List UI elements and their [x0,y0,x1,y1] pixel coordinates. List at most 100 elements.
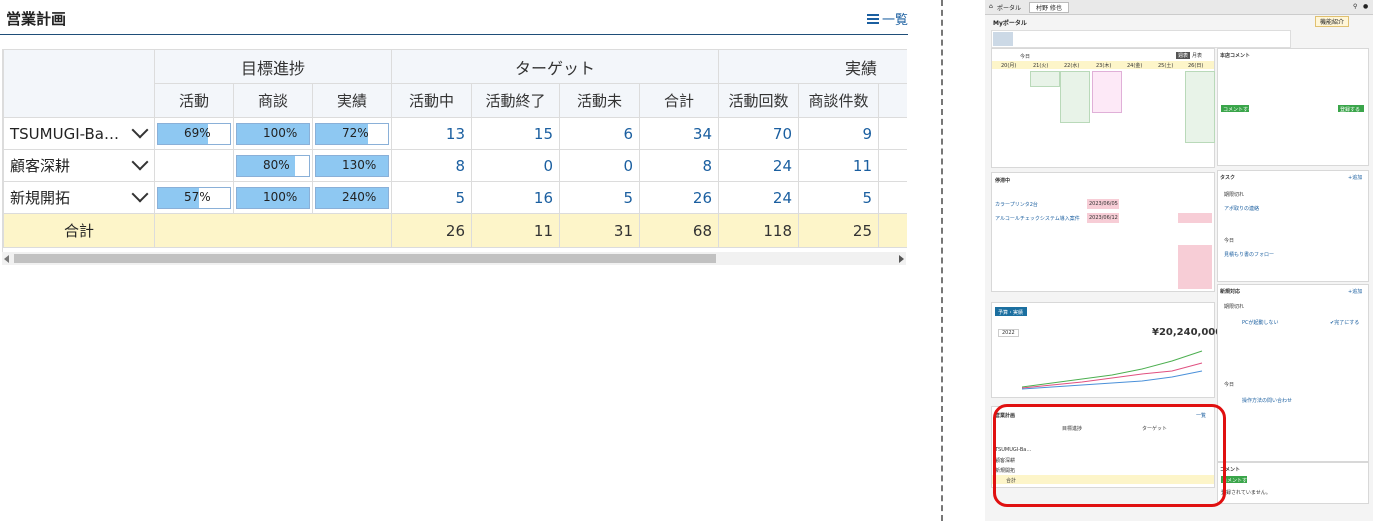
total-extra [878,213,907,248]
thumb-amount: ¥20,240,000 [1152,327,1223,338]
thumb-tabs: Myポータル 機能紹介 [987,15,1371,27]
actual-value[interactable]: 11 [798,149,880,182]
row-name-cell[interactable]: TSUMUGI-Ba… [3,117,155,150]
actual-value[interactable]: 24 [718,149,800,182]
thumb-deal-date-bg [1178,213,1212,223]
target-value[interactable]: 5 [391,181,472,214]
thumb-event [1060,71,1090,123]
total-deal-count: 25 [798,213,880,248]
thumb-task-item2: 見積もり書のフォロー [1224,252,1275,258]
target-value[interactable]: 13 [391,117,472,150]
row-name: TSUMUGI-Ba… [10,124,119,143]
list-icon [866,13,879,24]
thumb-task: タスク +追加 期限切れ アポ取りの連絡 今日 見積もり書のフォロー [1217,170,1369,282]
target-value[interactable]: 0 [559,149,640,182]
col-result: 実績 [312,83,392,118]
thumb-deal-1: アルコールチェックシステム導入案件 [995,216,1080,222]
thumb-task-item: アポ取りの連絡 [1224,206,1260,212]
progress-label: 130% [342,157,377,172]
group-progress: 目標進捗 [154,49,392,84]
thumb-today: 今日 [1020,54,1031,60]
progress-bar: 100% [236,186,310,209]
thumb-event [1030,71,1060,87]
col-active: 活動中 [391,83,472,118]
thumb-new-complete: ✔完了にする [1330,320,1360,326]
actual-value[interactable]: 24 [718,181,800,214]
thumb-day-4: 24(金) [1127,63,1143,69]
sales-plan-header: 営業計画 一覧 [0,0,908,35]
scrollbar-thumb[interactable] [14,254,716,263]
thumb-comment-empty: 登録されていません。 [1221,490,1271,496]
target-value[interactable]: 8 [391,149,472,182]
extra-cell [878,181,907,214]
actual-value[interactable]: 9 [798,117,880,150]
dashed-divider [941,0,943,521]
thumb-user-select: 村野 修也 [1029,2,1069,13]
progress-bar: 69% [157,122,231,145]
thumb-user-icon: ● [1363,3,1369,10]
thumb-new-overdue: 期限切れ [1224,304,1245,310]
actual-value[interactable]: 70 [718,117,800,150]
progress-bar: 100% [236,122,310,145]
thumb-deal-date-1: 2023/06/12 [1089,215,1118,221]
progress-cell: 57% [154,181,234,214]
target-value[interactable]: 8 [638,149,720,182]
thumb-tab-my: Myポータル [993,20,1027,27]
thumb-day-3: 23(木) [1096,63,1112,69]
table-row: TSUMUGI-Ba… 69% 100% 72% 13 15 6 34 70 9 [3,117,907,150]
total-sum: 68 [638,213,720,248]
thumb-home-icon: ⌂ [989,3,993,10]
target-value[interactable]: 0 [471,149,560,182]
thumb-task-add: +追加 [1348,175,1363,181]
thumb-icon-active [993,32,1013,46]
thumb-new-title: 新規対応 [1220,289,1241,295]
thumb-day-0: 20(月) [1001,63,1017,69]
progress-bar: 72% [315,122,389,145]
row-name: 新規開拓 [10,189,71,207]
sales-plan-title: 営業計画 [6,10,67,28]
group-actual: 実績 [718,49,907,84]
scroll-left-icon[interactable] [4,255,9,263]
progress-cell: 72% [312,117,392,150]
progress-cell: 69% [154,117,234,150]
thumb-search-icon: ⚲ [1353,3,1358,10]
row-name-cell[interactable]: 新規開拓 [3,181,155,214]
extra-cell [878,149,907,182]
target-value[interactable]: 26 [638,181,720,214]
thumb-stalled-title: 停滞中 [995,178,1011,184]
thumb-budget-title: 予算・実績 [998,310,1024,316]
target-value[interactable]: 5 [559,181,640,214]
scroll-right-icon[interactable] [899,255,904,263]
target-value[interactable]: 15 [471,117,560,150]
list-view-label: 一覧 [881,13,908,28]
table-row: 新規開拓 57% 100% 240% 5 16 5 26 24 5 [3,181,907,214]
chevron-down-icon[interactable] [131,153,149,171]
total-activity-count: 118 [718,213,800,248]
thumb-new-item2: 操作方法の問い合わせ [1242,398,1293,404]
thumb-dept-comment-title: 本店コメント [1220,53,1251,59]
list-view-link[interactable]: 一覧 [866,9,908,28]
thumb-stalled: 停滞中 カラープリンタ2台 アルコールチェックシステム導入案件 2023/06/… [991,172,1215,292]
thumb-budget: 予算・実績 2022 ¥20,240,000 [991,302,1222,398]
target-value[interactable]: 16 [471,181,560,214]
thumb-new-today: 今日 [1224,382,1235,388]
thumb-new-item: PCが起動しない [1242,320,1279,326]
chevron-down-icon[interactable] [131,185,149,203]
sales-plan-table: 目標進捗 ターゲット 実績 活動 商談 実績 活動中 活動終了 活動未 合計 活… [3,49,907,248]
row-name-cell[interactable]: 顧客深耕 [3,149,155,182]
sales-plan-table-scroll[interactable]: 目標進捗 ターゲット 実績 活動 商談 実績 活動中 活動終了 活動未 合計 活… [2,49,907,252]
progress-label: 100% [263,189,298,204]
col-deal-count: 商談件数 [798,83,880,118]
target-value[interactable]: 6 [559,117,640,150]
chevron-down-icon[interactable] [131,121,149,139]
thumb-feature-btn: 機能紹介 [1315,16,1350,27]
total-row: 合計 26 11 31 68 118 25 [3,213,907,248]
table-row: 顧客深耕 80% 130% 8 0 0 8 24 11 [3,149,907,182]
highlight-ring [993,404,1226,507]
total-active: 26 [391,213,472,248]
horizontal-scrollbar[interactable] [2,252,906,265]
sales-plan-panel: 営業計画 一覧 目標進捗 ターゲット 実績 活動 商談 実績 活動中 活動終了 … [0,0,908,270]
actual-value[interactable]: 5 [798,181,880,214]
thumb-task-title: タスク [1220,175,1236,181]
target-value[interactable]: 34 [638,117,720,150]
